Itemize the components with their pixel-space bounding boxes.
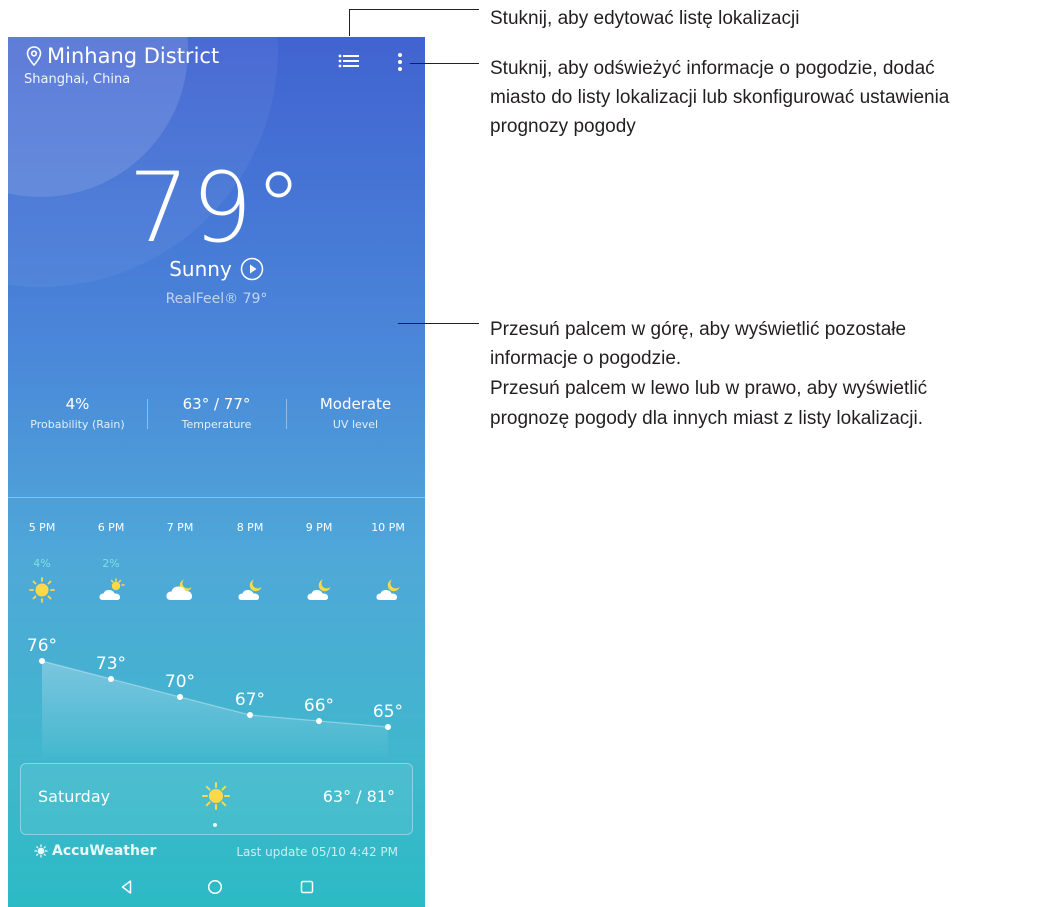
partly-cloudy-night-icon <box>307 579 331 600</box>
partly-cloudy-day-icon <box>99 578 125 600</box>
stat-value: 63° / 77° <box>182 395 251 413</box>
location-name: Minhang District <box>47 44 220 68</box>
location-header: Minhang District <box>26 44 219 68</box>
temperature-label: 67° <box>235 690 265 710</box>
weather-app-screen[interactable]: Minhang District Shanghai, China 79° Sun… <box>8 37 425 907</box>
realfeel-text: RealFeel® 79° <box>165 291 268 307</box>
location-pin-icon <box>26 46 42 66</box>
hourly-item: 10 PM <box>353 521 423 600</box>
partly-cloudy-night-icon <box>376 579 400 600</box>
back-icon[interactable] <box>119 879 135 895</box>
stat-rain: 4% Probability (Rain) <box>8 395 147 431</box>
callout-menu-text-2: miasto do listy lokalizacji lub skonfigu… <box>490 87 950 108</box>
brand-name: AccuWeather <box>52 843 157 859</box>
stat-label: UV level <box>332 418 379 431</box>
hour-time: 5 PM <box>28 521 56 534</box>
stat-temperature: 63° / 77° Temperature <box>147 395 286 431</box>
location-subtitle: Shanghai, China <box>24 72 131 87</box>
callout-swipe-text-2: informacje o pogodzie. <box>490 348 682 369</box>
callout-swipe-text-4: prognozę pogody dla innych miast z listy… <box>490 408 923 429</box>
temperature-point <box>316 718 322 724</box>
sunny-icon <box>29 577 55 603</box>
last-update-text: Last update 05/10 4:42 PM <box>236 845 398 859</box>
callout-menu-text-1: Stuknij, aby odświeżyć informacje o pogo… <box>490 58 935 79</box>
page-indicator-dot <box>213 823 217 827</box>
recents-icon[interactable] <box>299 879 315 895</box>
hourly-item: 9 PM <box>284 521 354 600</box>
stat-uv: Moderate UV level <box>286 395 425 431</box>
hour-time: 9 PM <box>305 521 333 534</box>
temperature-label: 70° <box>165 672 195 692</box>
callout-line-menu <box>410 63 479 64</box>
sunny-icon <box>202 782 230 810</box>
callout-swipe-text-3: Przesuń palcem w lewo lub w prawo, aby w… <box>490 378 928 399</box>
hourly-item: 7 PM <box>145 521 215 600</box>
stat-value: 4% <box>65 395 90 413</box>
hourly-temperature-chart: 76° 73° 70° 67° 66° 65° <box>27 636 403 757</box>
temperature-area <box>42 661 388 757</box>
condition-row: Sunny <box>8 257 425 281</box>
hour-time: 10 PM <box>371 521 405 534</box>
section-divider <box>8 497 425 498</box>
temperature-label: 65° <box>373 702 403 722</box>
more-vert-icon[interactable] <box>392 51 408 73</box>
temperature-point <box>385 724 391 730</box>
temperature-label: 76° <box>27 636 57 656</box>
accuweather-sun-icon <box>34 844 48 858</box>
temperature-point <box>39 658 45 664</box>
hour-precipitation: 2% <box>102 557 120 570</box>
hourly-item: 6 PM 2% <box>76 521 146 600</box>
cloudy-night-icon <box>166 579 193 600</box>
list-icon[interactable] <box>338 53 360 69</box>
stat-value: Moderate <box>319 395 392 413</box>
current-temperature: 79° <box>128 152 305 264</box>
hour-time: 7 PM <box>166 521 194 534</box>
hour-time: 8 PM <box>236 521 264 534</box>
play-icon[interactable] <box>240 257 264 281</box>
temperature-label: 73° <box>96 654 126 674</box>
accuweather-logo[interactable]: AccuWeather <box>34 843 156 859</box>
hourly-item: 8 PM <box>215 521 285 600</box>
callout-menu-text-3: prognozy pogody <box>490 116 636 137</box>
hour-precipitation: 4% <box>33 557 51 570</box>
callout-line-swipe <box>398 323 479 324</box>
hourly-item: 5 PM 4% <box>8 521 77 603</box>
home-icon[interactable] <box>207 879 223 895</box>
stat-label: Probability (Rain) <box>30 418 125 431</box>
stat-label: Temperature <box>181 418 252 431</box>
temperature-point <box>108 676 114 682</box>
temperature-point <box>177 694 183 700</box>
partly-cloudy-night-icon <box>238 579 262 600</box>
temperature-point <box>247 712 253 718</box>
stats-row: 4% Probability (Rain) 63° / 77° Temperat… <box>8 395 425 431</box>
system-nav-bar <box>8 867 425 907</box>
day-name: Saturday <box>38 787 111 806</box>
day-temperature-range: 63° / 81° <box>322 787 395 806</box>
callout-list-text: Stuknij, aby edytować listę lokalizacji <box>490 8 800 29</box>
callout-line-list <box>349 9 479 10</box>
callout-swipe-text-1: Przesuń palcem w górę, aby wyświetlić po… <box>490 319 907 340</box>
callout-line-list-vertical <box>349 9 350 36</box>
hour-time: 6 PM <box>97 521 125 534</box>
temperature-label: 66° <box>304 696 334 716</box>
condition-text: Sunny <box>169 257 232 281</box>
